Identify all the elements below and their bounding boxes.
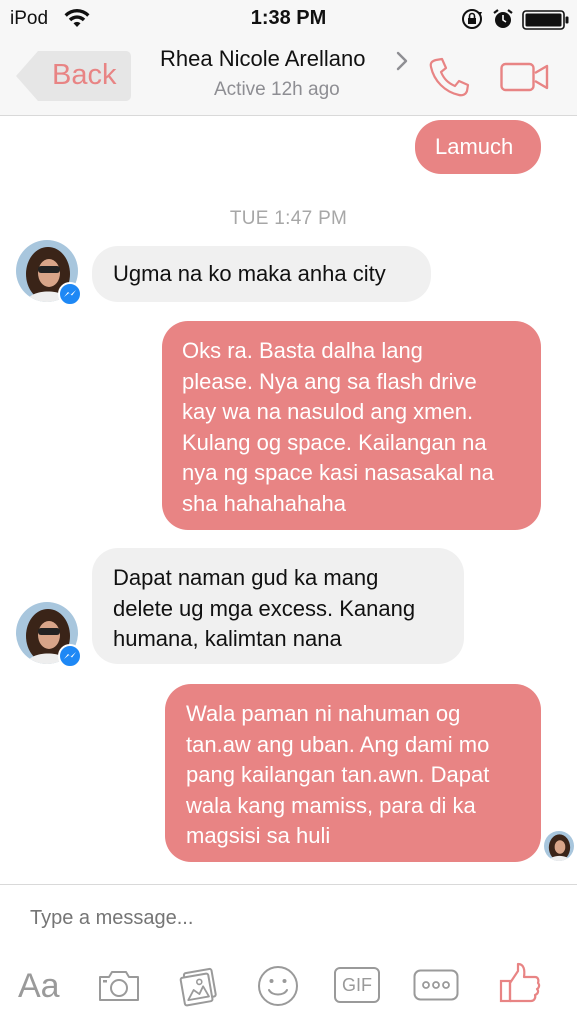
gif-icon[interactable]: GIF	[334, 967, 380, 1003]
message-line: Dapat naman gud ka mang	[113, 565, 379, 590]
camera-icon[interactable]	[97, 969, 141, 1003]
composer: Aa GIF	[0, 884, 577, 1024]
message-text: Lamuch	[435, 134, 514, 159]
active-status: Active 12h ago	[214, 79, 340, 100]
seen-receipt-avatar	[544, 831, 574, 861]
message-line: magsisi sa huli	[186, 823, 331, 848]
conversation-header: Back Rhea Nicole Arellano Active 12h ago	[0, 38, 577, 116]
message-line: tan.aw ang uban. Ang dami mo	[186, 731, 490, 757]
like-icon[interactable]	[498, 961, 542, 1005]
message-bubble-received[interactable]: Ugma na ko maka anha city	[92, 246, 431, 302]
lock-rotation-icon	[462, 9, 482, 29]
status-bar: iPod 1:38 PM	[0, 0, 577, 38]
message-timestamp: TUE 1:47 PM	[229, 208, 348, 229]
gallery-icon[interactable]	[178, 965, 220, 1007]
phone-icon[interactable]	[428, 56, 470, 98]
message-text: Ugma na ko maka anha city	[113, 261, 386, 286]
message-line: Wala paman ni nahuman og	[186, 701, 461, 726]
message-line: sha hahahahaha	[182, 490, 346, 516]
message-bubble-sent[interactable]: Oks ra. Basta dalha lang please. Nya ang…	[162, 321, 541, 530]
message-line: Oks ra. Basta dalha lang	[182, 338, 423, 363]
message-line: pang kailangan tan.awn. Dapat	[186, 762, 490, 787]
message-line: please. Nya ang sa flash drive	[182, 368, 477, 394]
messenger-badge-icon	[58, 644, 82, 668]
message-bubble-sent[interactable]: Wala paman ni nahuman og tan.aw ang uban…	[165, 684, 541, 862]
contact-avatar[interactable]	[16, 240, 82, 306]
messenger-badge-icon	[58, 282, 82, 306]
message-line: Kulang og space. Kailangan na	[182, 429, 487, 455]
message-bubble-received[interactable]: Dapat naman gud ka mang delete ug mga ex…	[92, 548, 464, 664]
video-icon[interactable]	[500, 62, 550, 92]
gif-label: GIF	[342, 975, 372, 995]
more-icon[interactable]	[413, 969, 459, 1001]
clock: 1:38 PM	[250, 7, 327, 29]
back-button[interactable]: Back	[14, 50, 132, 102]
message-bubble-sent[interactable]: Lamuch	[415, 120, 541, 174]
message-input[interactable]	[30, 907, 530, 930]
emoji-icon[interactable]	[257, 965, 299, 1007]
message-line: humana, kalimtan nana	[113, 626, 342, 651]
back-label: Back	[52, 59, 117, 91]
message-line: nya ng space kasi nasasakal na	[182, 460, 494, 485]
message-line: delete ug mga excess. Kanang	[113, 595, 416, 621]
contact-avatar[interactable]	[16, 602, 82, 668]
message-line: wala kang mamiss, para di ka	[186, 792, 476, 818]
alarm-icon	[493, 9, 513, 28]
contact-name[interactable]: Rhea Nicole Arellano	[160, 46, 365, 72]
text-format-button[interactable]: Aa	[18, 967, 60, 1006]
battery-icon	[522, 10, 569, 30]
message-line: kay wa na nasulod ang xmen.	[182, 399, 474, 424]
chevron-right-icon[interactable]	[396, 51, 408, 71]
